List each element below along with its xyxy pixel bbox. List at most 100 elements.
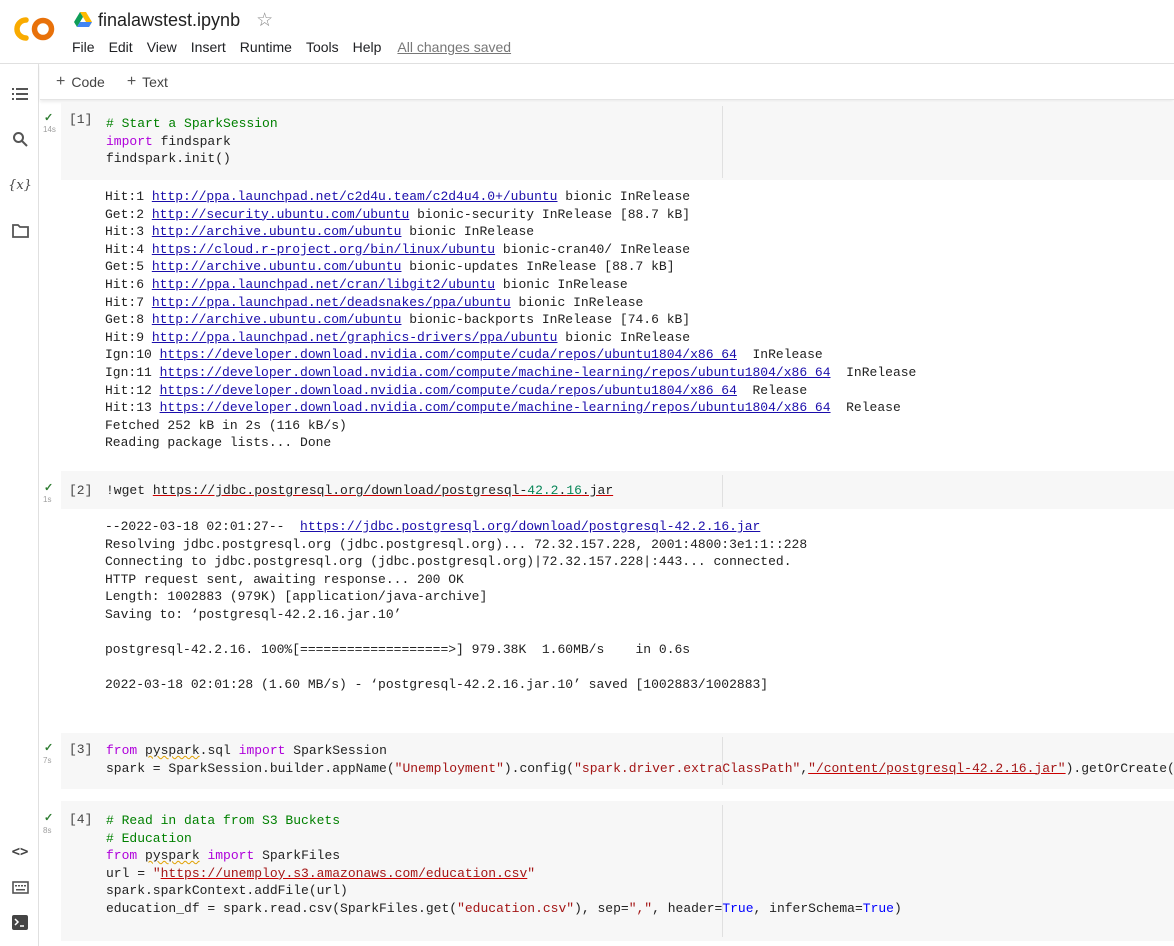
code-line: # Read in data from S3 Buckets [106,813,341,828]
add-code-cell-button[interactable]: + Code [56,73,105,91]
output-text: Hit:1 [105,189,152,204]
files-icon[interactable] [10,221,30,241]
star-icon[interactable]: ☆ [256,11,273,30]
output-link[interactable]: http://ppa.launchpad.net/deadsnakes/ppa/… [152,295,511,310]
run-success-check-icon: ✓ [44,482,54,494]
save-status-link[interactable]: All changes saved [397,39,511,55]
code-line: education_df = spark.read.csv(SparkFiles… [106,900,902,916]
code-line: spark = SparkSession.builder.appName("Un… [106,760,1174,776]
output-text: bionic-security InRelease [88.7 kB] [409,206,691,222]
output-line: --2022-03-18 02:01:27-- https://jdbc.pos… [105,518,807,536]
menu-tools[interactable]: Tools [306,39,339,55]
variables-icon[interactable]: {x} [8,175,32,195]
output-link[interactable]: https://developer.download.nvidia.com/co… [160,383,737,398]
plus-icon: + [126,72,137,90]
execution-count[interactable]: [2] [69,483,92,498]
execution-count[interactable]: [4] [69,812,92,827]
code-line: # Start a SparkSession [106,116,278,131]
output-text: Fetched 252 kB in 2s (116 kB/s) [105,417,347,433]
add-code-label: Code [71,73,105,90]
output-link[interactable]: https://jdbc.postgresql.org/download/pos… [300,519,760,534]
output-text: bionic InRelease [495,276,628,292]
output-link[interactable]: https://cloud.r-project.org/bin/linux/ub… [152,242,495,257]
plus-icon: + [56,72,66,90]
output-line: Length: 1002883 (979K) [application/java… [105,588,807,606]
code-line: !wget https://jdbc.postgresql.org/downlo… [106,483,614,498]
terminal-icon[interactable] [10,912,30,932]
output-link[interactable]: http://ppa.launchpad.net/graphics-driver… [152,330,558,345]
run-success-check-icon: ✓ [44,742,54,754]
output-link[interactable]: https://developer.download.nvidia.com/co… [160,365,831,380]
execution-count[interactable]: [1] [69,112,92,127]
code-line: import findspark [106,133,231,149]
output-link[interactable]: http://archive.ubuntu.com/ubuntu [152,312,402,327]
add-text-label: Text [142,73,168,90]
notebook-title[interactable]: finalawstest.ipynb [98,10,240,31]
output-line: Saving to: ‘postgresql-42.2.16.jar.10’ [105,606,807,624]
output-text: Ign:11 [105,364,160,380]
command-palette-icon[interactable] [10,877,30,897]
code-line: findspark.init() [106,151,231,167]
output-link[interactable]: https://developer.download.nvidia.com/co… [160,347,737,362]
output-link[interactable]: http://archive.ubuntu.com/ubuntu [152,224,402,239]
output-text: Hit:4 [105,241,152,257]
execution-time: 8s [43,826,52,835]
output-link[interactable]: http://security.ubuntu.com/ubuntu [152,207,409,222]
output-text: Get:2 [105,206,152,222]
execution-time: 1s [43,495,52,504]
output-link[interactable]: http://ppa.launchpad.net/c2d4u.team/c2d4… [152,189,558,204]
menu-edit[interactable]: Edit [109,39,133,55]
menu-file[interactable]: File [72,39,95,55]
output-text: bionic InRelease [401,224,535,240]
output-text: Hit:9 [105,329,152,345]
output-line: Hit:12 https://developer.download.nvidia… [105,382,916,400]
colab-logo-icon[interactable] [14,14,56,44]
output-line: Get:8 http://archive.ubuntu.com/ubuntu b… [105,311,916,329]
code-line: url = "https://unemploy.s3.amazonaws.com… [106,865,536,881]
output-text: bionic-backports InRelease [74.6 kB] [401,312,691,328]
code-cell-divider [722,106,723,178]
output-text: postgresql-42.2.16. 100%[===============… [105,642,691,658]
run-success-check-icon: ✓ [44,112,54,124]
output-text: Hit:3 [105,224,152,240]
add-text-cell-button[interactable]: + Text [127,73,168,91]
output-text: bionic InRelease [557,329,691,345]
run-success-check-icon: ✓ [44,812,54,824]
output-text: bionic InRelease [557,189,691,204]
execution-count[interactable]: [3] [69,742,92,757]
output-text: Hit:12 [105,382,160,398]
code-line: from pyspark import SparkFiles [106,848,341,864]
output-link[interactable]: http://ppa.launchpad.net/cran/libgit2/ub… [152,277,495,292]
table-of-contents-icon[interactable] [10,84,30,104]
output-text: Get:8 [105,312,152,328]
output-line: Hit:9 http://ppa.launchpad.net/graphics-… [105,329,916,347]
output-text: Connecting to jdbc.postgresql.org (jdbc.… [105,554,792,570]
cell-code[interactable]: from pyspark.sql import SparkSession spar… [106,742,1174,777]
output-line: Get:5 http://archive.ubuntu.com/ubuntu b… [105,258,916,276]
output-line: Fetched 252 kB in 2s (116 kB/s) [105,417,916,435]
code-cell-divider [722,475,723,507]
output-line: Hit:7 http://ppa.launchpad.net/deadsnake… [105,294,916,312]
execution-time: 14s [43,125,56,134]
cell-code[interactable]: !wget https://jdbc.postgresql.org/downlo… [106,482,613,500]
cell-code[interactable]: # Read in data from S3 Buckets # Educatio… [106,812,902,918]
output-text: bionic-updates InRelease [88.7 kB] [401,259,675,275]
output-link[interactable]: https://developer.download.nvidia.com/co… [160,400,831,415]
menu-help[interactable]: Help [353,39,382,55]
cell-code[interactable]: # Start a SparkSession import findspark fi… [106,115,278,168]
menu-bar: File Edit View Insert Runtime Tools Help… [72,38,511,56]
menu-runtime[interactable]: Runtime [240,39,292,55]
cell-output-1: Hit:1 http://ppa.launchpad.net/c2d4u.tea… [105,188,916,452]
output-line: Connecting to jdbc.postgresql.org (jdbc.… [105,553,807,571]
menu-view[interactable]: View [147,39,177,55]
code-snippets-icon[interactable]: <> [10,842,30,862]
output-text: Reading package lists... Done [105,435,332,451]
menu-insert[interactable]: Insert [191,39,226,55]
search-icon[interactable] [10,129,30,149]
output-link[interactable]: http://archive.ubuntu.com/ubuntu [152,259,402,274]
output-line: 2022-03-18 02:01:28 (1.60 MB/s) - ‘postg… [105,676,807,694]
code-line: from pyspark.sql import SparkSession [106,743,387,758]
output-line: Get:2 http://security.ubuntu.com/ubuntu … [105,206,916,224]
title-row: finalawstest.ipynb ☆ [74,8,273,32]
output-line: postgresql-42.2.16. 100%[===============… [105,641,807,659]
